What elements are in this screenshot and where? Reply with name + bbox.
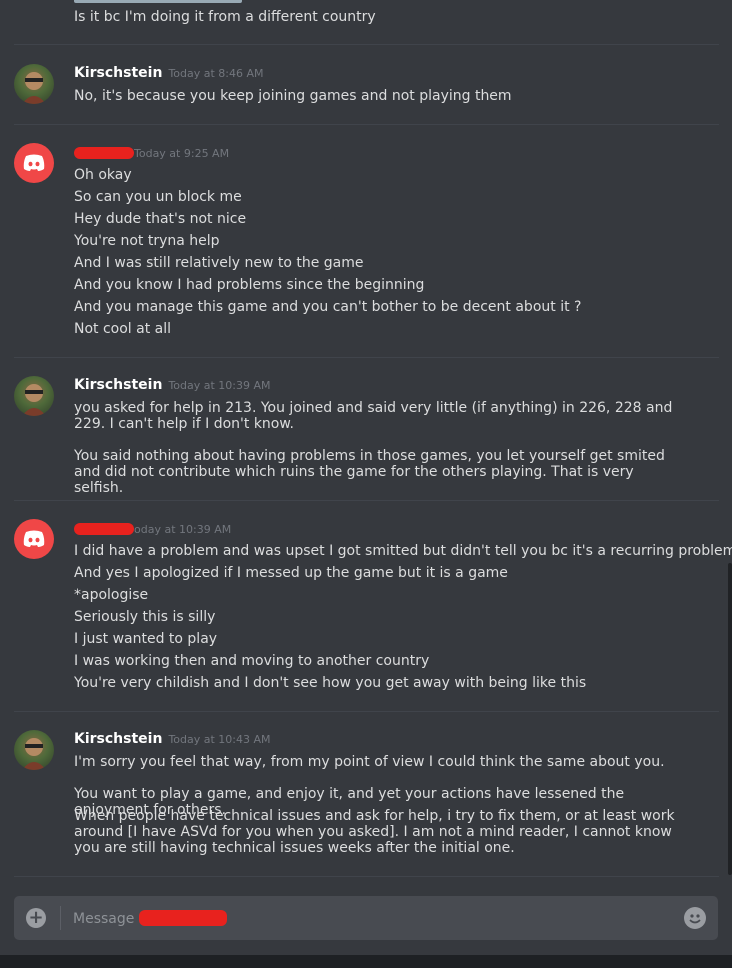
divider (14, 711, 719, 712)
redacted-username (74, 147, 134, 159)
divider (14, 876, 719, 877)
divider (14, 500, 719, 501)
message-text: You're very childish and I don't see how… (74, 675, 587, 691)
divider (60, 906, 61, 930)
message-text: And yes I apologized if I messed up the … (74, 565, 508, 581)
avatar[interactable] (14, 519, 54, 559)
message-text: Not cool at all (74, 321, 172, 337)
avatar[interactable] (14, 64, 54, 104)
message-text: When people have technical issues and as… (74, 808, 675, 856)
timestamp: Today at 10:43 AM (168, 733, 271, 746)
window-bottom-edge (0, 955, 732, 968)
divider (14, 124, 719, 125)
username[interactable]: Kirschstein (74, 377, 162, 393)
message-text: You're not tryna help (74, 233, 220, 249)
timestamp: Today at 10:39 AM (168, 379, 271, 392)
discord-logo-icon (23, 154, 45, 171)
message-text: Is it bc I'm doing it from a different c… (74, 9, 376, 25)
emoji-icon[interactable] (684, 907, 706, 929)
message-text: *apologise (74, 587, 149, 603)
message-text: And you manage this game and you can't b… (74, 299, 582, 315)
redacted-channel (138, 910, 227, 926)
message-text: I just wanted to play (74, 631, 218, 647)
message-placeholder: Message (73, 911, 139, 927)
timestamp: Today at 8:46 AM (168, 67, 264, 80)
message-text: You said nothing about having problems i… (74, 448, 665, 496)
timestamp: oday at 10:39 AM (134, 523, 232, 536)
avatar[interactable] (14, 143, 54, 183)
message-list[interactable]: Is it bc I'm doing it from a different c… (0, 0, 732, 890)
discord-logo-icon (23, 530, 45, 547)
username[interactable]: Kirschstein (74, 65, 162, 81)
message-input[interactable]: Message (73, 910, 227, 927)
divider (14, 357, 719, 358)
message-text: And I was still relatively new to the ga… (74, 255, 364, 271)
message-text: I did have a problem and was upset I got… (74, 543, 732, 559)
embed-bar (74, 0, 242, 3)
message-text: I was working then and moving to another… (74, 653, 430, 669)
message-text: Hey dude that's not nice (74, 211, 247, 227)
username[interactable]: Kirschstein (74, 731, 162, 747)
message-text: And you know I had problems since the be… (74, 277, 425, 293)
message-text: Seriously this is silly (74, 609, 216, 625)
redacted-username (74, 523, 134, 535)
smiley-face-icon (689, 914, 701, 924)
user-photo-icon (22, 384, 46, 416)
message-text: Oh okay (74, 167, 132, 183)
scrollbar[interactable] (728, 563, 732, 875)
user-photo-icon (22, 72, 46, 104)
plus-circle-icon[interactable]: + (26, 908, 46, 928)
timestamp: Today at 9:25 AM (134, 147, 230, 160)
divider (14, 44, 719, 45)
message-text: you asked for help in 213. You joined an… (74, 400, 673, 432)
message-text: I'm sorry you feel that way, from my poi… (74, 754, 665, 770)
avatar[interactable] (14, 376, 54, 416)
user-photo-icon (22, 738, 46, 770)
message-text: So can you un block me (74, 189, 242, 205)
avatar[interactable] (14, 730, 54, 770)
message-composer[interactable]: + Message (14, 896, 718, 940)
message-text: No, it's because you keep joining games … (74, 88, 512, 104)
